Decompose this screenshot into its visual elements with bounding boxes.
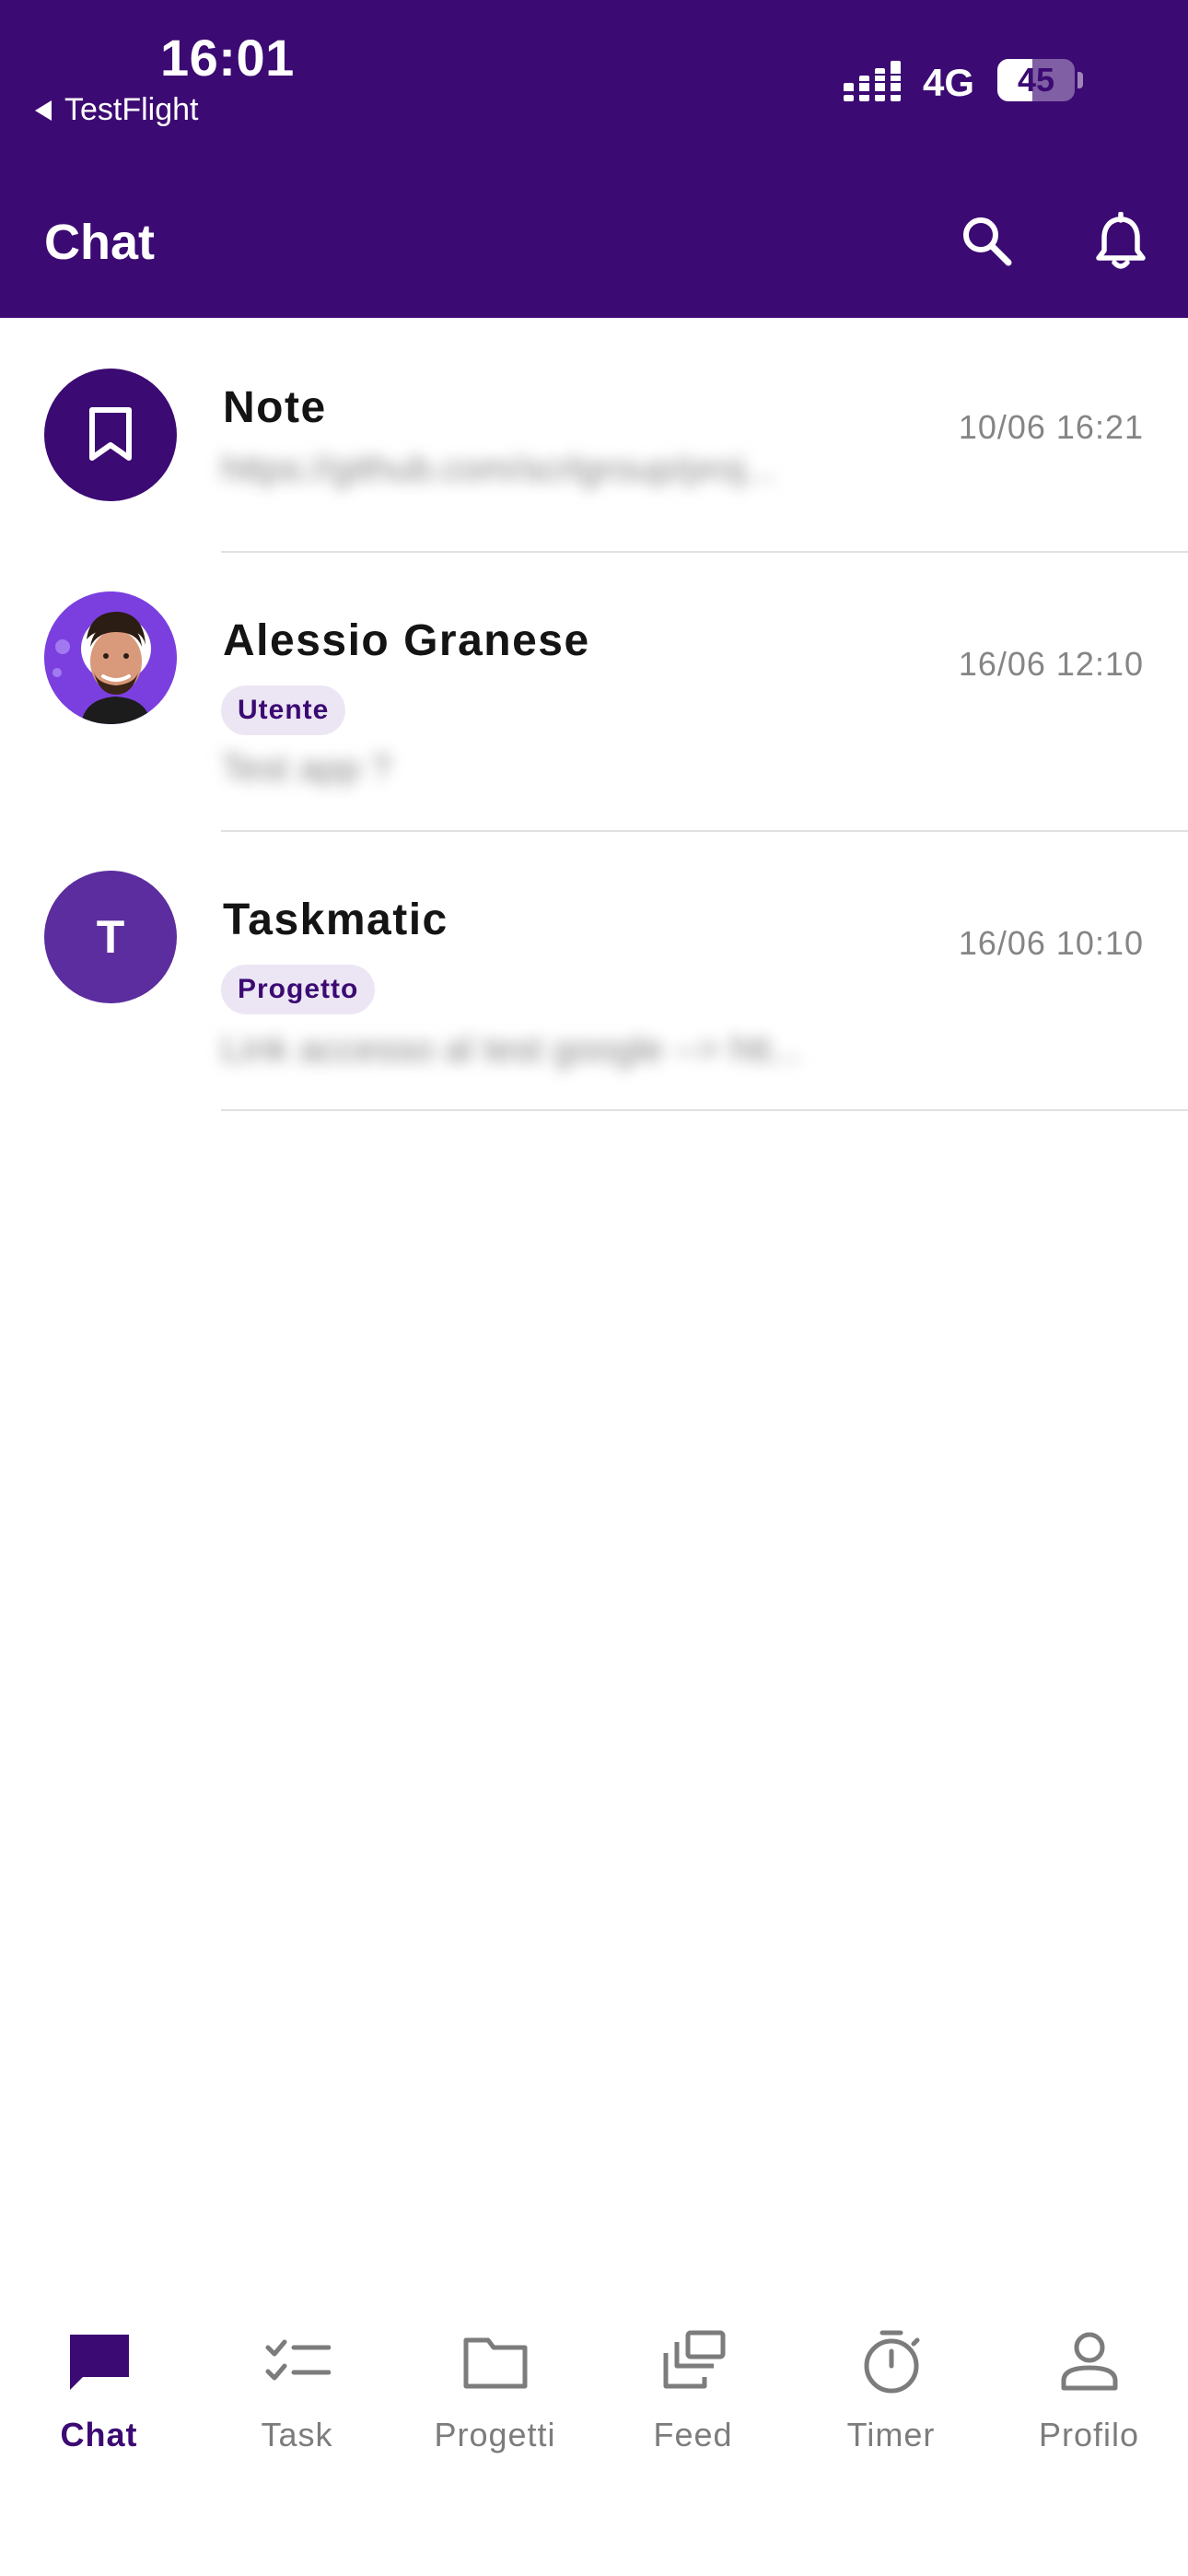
nav-item-feed[interactable]: Feed [594, 2329, 792, 2454]
nav-item-profilo[interactable]: Profilo [990, 2329, 1188, 2454]
nav-item-progetti[interactable]: Progetti [396, 2329, 594, 2454]
nav-item-timer[interactable]: Timer [792, 2329, 990, 2454]
back-arrow-icon [35, 100, 52, 121]
nav-label: Task [261, 2416, 333, 2453]
person-icon [1061, 2332, 1117, 2391]
nav-label: Progetti [434, 2416, 556, 2453]
bottom-nav: Chat Task Progetti Feed Timer Profilo [0, 2303, 1188, 2488]
bookmark-icon [89, 407, 132, 461]
chat-badge: Utente [221, 685, 346, 735]
battery-icon: 45 [997, 59, 1075, 101]
chat-preview: https://github.com/scrlgroup/proj... [221, 449, 776, 489]
nav-label: Profilo [1038, 2416, 1140, 2453]
avatar-initial: T [96, 911, 125, 963]
avatar [44, 591, 177, 724]
search-icon[interactable] [961, 215, 1012, 266]
chat-time: 16/06 10:10 [958, 924, 1144, 962]
folder-icon [463, 2337, 527, 2389]
battery-percent: 45 [1017, 61, 1055, 99]
chat-item-alessio-granese[interactable]: Alessio Granese Utente Test app ? 16/06 … [0, 553, 1188, 832]
back-to-app[interactable]: TestFlight [35, 92, 199, 128]
chat-preview: Link accesso al test google --> htt... [221, 1029, 802, 1070]
back-app-label: TestFlight [64, 92, 199, 127]
nav-item-task[interactable]: Task [198, 2329, 396, 2454]
page-title: Chat [44, 215, 155, 270]
chat-name: Taskmatic [223, 896, 448, 944]
app-header: 16:01 TestFlight 4G 45 Chat [0, 0, 1188, 318]
network-type: 4G [923, 61, 975, 104]
chat-preview: Test app ? [221, 748, 391, 789]
chat-time: 16/06 12:10 [958, 645, 1144, 683]
chat-list: Note https://github.com/scrlgroup/proj..… [0, 318, 1188, 1111]
stopwatch-icon [864, 2330, 919, 2394]
chat-name: Alessio Granese [223, 616, 590, 665]
chat-item-taskmatic[interactable]: T Taskmatic Progetto Link accesso al tes… [0, 832, 1188, 1111]
stacked-cards-icon [663, 2330, 725, 2389]
chat-bubble-icon [69, 2335, 129, 2390]
chat-badge: Progetto [221, 965, 376, 1014]
status-time: 16:01 [160, 29, 295, 87]
nav-item-chat[interactable]: Chat [0, 2329, 198, 2454]
chat-time: 10/06 16:21 [958, 408, 1144, 446]
chat-name: Note [223, 383, 327, 432]
user-photo [44, 591, 177, 724]
battery-tip [1077, 72, 1083, 88]
bell-icon[interactable] [1094, 212, 1147, 271]
nav-label: Chat [60, 2416, 138, 2453]
checklist-icon [265, 2339, 331, 2381]
avatar: T [44, 871, 177, 1003]
signal-icon [844, 61, 917, 101]
nav-label: Timer [846, 2416, 936, 2453]
chat-item-note[interactable]: Note https://github.com/scrlgroup/proj..… [0, 318, 1188, 553]
avatar [44, 369, 177, 501]
nav-label: Feed [653, 2416, 733, 2453]
